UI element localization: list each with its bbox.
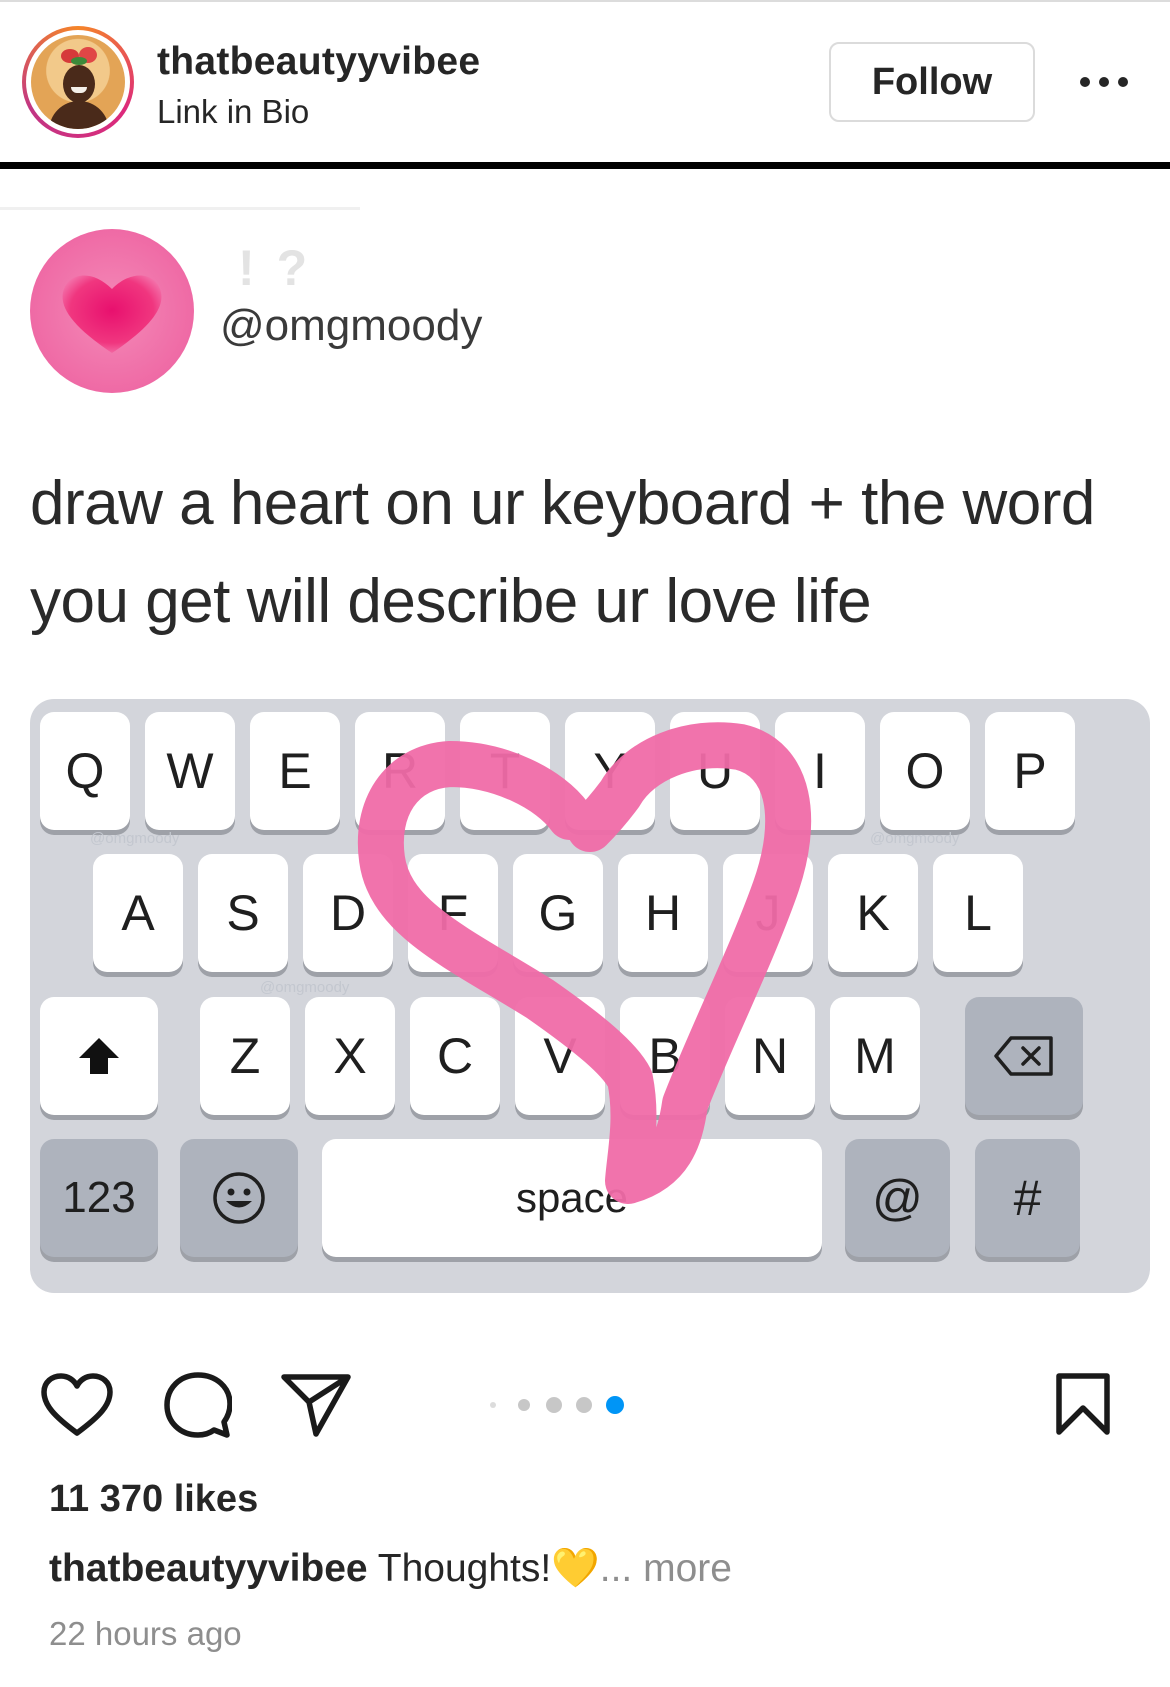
key-g: G xyxy=(513,854,603,972)
caption: thatbeautyyvibee Thoughts!💛... more xyxy=(49,1545,732,1591)
follow-button[interactable]: Follow xyxy=(829,42,1035,122)
profile-avatar[interactable] xyxy=(22,26,134,138)
key-x: X xyxy=(305,997,395,1115)
heart-icon[interactable] xyxy=(40,1372,114,1438)
numbers-key: 123 xyxy=(40,1139,158,1257)
profile-subtitle: Link in Bio xyxy=(157,93,310,130)
key-i: I xyxy=(775,712,865,830)
key-t: T xyxy=(460,712,550,830)
delete-key xyxy=(965,997,1083,1115)
key-w: W xyxy=(145,712,235,830)
caption-text: Thoughts! xyxy=(367,1547,552,1590)
emoji-face-icon xyxy=(213,1172,265,1224)
key-v: V xyxy=(515,997,605,1115)
carousel-indicator xyxy=(488,1395,628,1415)
avatar-photo xyxy=(31,35,125,129)
caption-username[interactable]: thatbeautyyvibee xyxy=(49,1547,368,1590)
space-key: space xyxy=(322,1139,822,1257)
bookmark-icon[interactable] xyxy=(1055,1372,1111,1436)
likes-count[interactable]: 11 370 likes xyxy=(49,1478,258,1521)
tweet-text: draw a heart on ur keyboard + the word y… xyxy=(30,469,1095,636)
key-o: O xyxy=(880,712,970,830)
shift-arrow-icon xyxy=(79,1038,119,1074)
watermark: @omgmoody xyxy=(870,830,960,847)
key-u: U xyxy=(670,712,760,830)
key-k: K xyxy=(828,854,918,972)
tweet-avatar xyxy=(30,229,194,393)
key-a: A xyxy=(93,854,183,972)
key-j: J xyxy=(723,854,813,972)
comment-icon[interactable] xyxy=(164,1372,232,1438)
key-s: S xyxy=(198,854,288,972)
yellow-heart-emoji: 💛 xyxy=(551,1547,600,1590)
more-options-icon[interactable] xyxy=(1080,72,1128,92)
post-timestamp: 22 hours ago xyxy=(49,1615,242,1652)
key-c: C xyxy=(410,997,500,1115)
key-y: Y xyxy=(565,712,655,830)
key-p: P xyxy=(985,712,1075,830)
key-z: Z xyxy=(200,997,290,1115)
key-n: N xyxy=(725,997,815,1115)
key-f: F xyxy=(408,854,498,972)
watermark: @omgmoody xyxy=(260,979,350,996)
tweet-handle: @omgmoody xyxy=(220,301,483,350)
key-b: B xyxy=(620,997,710,1115)
username[interactable]: thatbeautyyvibee xyxy=(157,40,480,84)
key-h: H xyxy=(618,854,708,972)
keyboard-image: Q W E R T Y U I O P @omgmoody @omgmoody … xyxy=(30,699,1150,1293)
key-m: M xyxy=(830,997,920,1115)
share-icon[interactable] xyxy=(280,1372,352,1438)
key-l: L xyxy=(933,854,1023,972)
post-image[interactable]: !? @omgmoody draw a heart on ur keyboard… xyxy=(0,162,1170,1349)
key-r: R xyxy=(355,712,445,830)
caption-more-link[interactable]: ... more xyxy=(600,1547,732,1590)
shift-key xyxy=(40,997,158,1115)
key-q: Q xyxy=(40,712,130,830)
backspace-icon xyxy=(994,1036,1053,1076)
watermark: @omgmoody xyxy=(90,830,180,847)
at-key: @ xyxy=(845,1139,950,1257)
key-e: E xyxy=(250,712,340,830)
key-d: D xyxy=(303,854,393,972)
emoji-key xyxy=(180,1139,298,1257)
hash-key: # xyxy=(975,1139,1080,1257)
post-header: thatbeautyyvibee Link in Bio Follow xyxy=(0,0,1170,164)
